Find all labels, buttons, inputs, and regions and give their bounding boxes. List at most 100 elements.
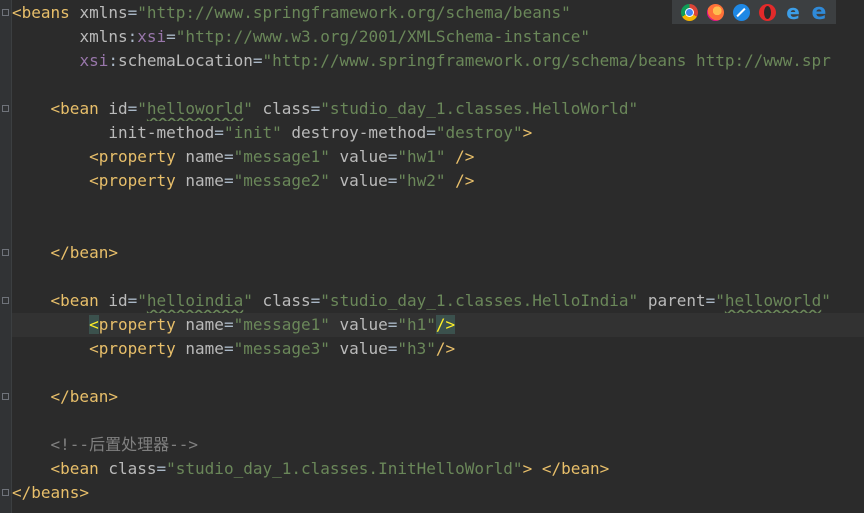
quote: " [715, 291, 725, 310]
matched-tag-bracket: /> [435, 315, 456, 334]
attribute-value: helloindia [146, 291, 244, 310]
tag-bracket: > [522, 459, 533, 478]
code-line-17[interactable]: </bean> [12, 385, 864, 409]
code-line-15[interactable]: <property name="message3" value="h3"/> [12, 337, 864, 361]
attribute-name: value [329, 147, 388, 166]
tag-bracket: /> [445, 171, 475, 190]
equals-sign: = [127, 99, 138, 118]
attribute-name: schemaLocation [117, 51, 253, 70]
attribute-name: class [252, 291, 311, 310]
tag-bracket: < [50, 291, 61, 310]
attribute-value: "message1" [233, 315, 330, 334]
code-line-2[interactable]: xmlns:xsi="http://www.w3.org/2001/XMLSch… [12, 25, 864, 49]
firefox-icon[interactable] [706, 3, 724, 21]
attribute-name: xmlns [79, 27, 128, 46]
attribute-name: id [98, 99, 128, 118]
equals-sign: = [127, 3, 138, 22]
tag-bracket: /> [445, 147, 475, 166]
code-line-8[interactable]: <property name="message2" value="hw2" /> [12, 169, 864, 193]
equals-sign: = [705, 291, 716, 310]
attribute-name: destroy-method [281, 123, 427, 142]
code-line-19[interactable]: <!--后置处理器--> [12, 433, 864, 457]
code-line-13[interactable]: <bean id="helloindia" class="studio_day_… [12, 289, 864, 313]
tag-name: bean [60, 291, 99, 310]
code-line-11[interactable]: </bean> [12, 241, 864, 265]
attribute-value: "studio_day_1.classes.InitHelloWorld" [166, 459, 523, 478]
attribute-value: "hw2" [397, 171, 446, 190]
colon: : [108, 51, 118, 70]
tag-name: property [98, 171, 176, 190]
attribute-value: "message2" [233, 171, 330, 190]
quote: " [243, 99, 253, 118]
tag-name: property [98, 339, 176, 358]
fold-marker-icon[interactable] [2, 489, 9, 496]
attribute-value: "hw1" [397, 147, 446, 166]
equals-sign: = [166, 27, 176, 46]
tag-bracket: < [50, 99, 61, 118]
namespace-prefix: xsi [137, 27, 167, 46]
internet-explorer-icon[interactable]: e [785, 2, 802, 22]
fold-marker-icon[interactable] [2, 249, 9, 256]
attribute-name: class [252, 99, 311, 118]
fold-marker-icon[interactable] [2, 297, 9, 304]
attribute-value: "studio_day_1.classes.HelloWorld" [320, 99, 639, 118]
code-line-3[interactable]: xsi:schemaLocation="http://www.springfra… [12, 49, 864, 73]
equals-sign: = [127, 291, 138, 310]
edge-icon[interactable]: e [811, 1, 828, 23]
equals-sign: = [387, 315, 398, 334]
equals-sign: = [223, 315, 234, 334]
fold-marker-icon[interactable] [2, 9, 9, 16]
attribute-value: "http://www.springframework.org/schema/b… [262, 51, 831, 70]
tag-name: bean [60, 459, 99, 478]
fold-marker-icon[interactable] [2, 105, 9, 112]
safari-icon[interactable] [732, 3, 750, 21]
attribute-name: name [175, 315, 224, 334]
tag-bracket: < [89, 171, 99, 190]
attribute-value: helloworld [146, 99, 244, 118]
attribute-name: name [175, 339, 224, 358]
attribute-value: "message3" [233, 339, 330, 358]
editor-gutter [0, 0, 12, 513]
attribute-value: "http://www.w3.org/2001/XMLSchema-instan… [175, 27, 591, 46]
code-line-20[interactable]: <bean class="studio_day_1.classes.InitHe… [12, 457, 864, 481]
code-line-6[interactable]: init-method="init" destroy-method="destr… [12, 121, 864, 145]
tag-bracket: < [89, 147, 99, 166]
code-line-14[interactable]: <property name="message1" value="h1"/> [12, 313, 864, 337]
chrome-icon[interactable] [680, 3, 698, 21]
browser-preview-toolbar: e e [672, 0, 836, 24]
matched-tag-bracket: < [89, 315, 99, 334]
code-line-7[interactable]: <property name="message1" value="hw1" /> [12, 145, 864, 169]
opera-icon[interactable] [758, 3, 776, 21]
attribute-value: "h3" [397, 339, 436, 358]
closing-tag: </bean> [50, 243, 118, 262]
closing-tag: </bean> [532, 459, 610, 478]
equals-sign: = [387, 339, 398, 358]
fold-marker-icon[interactable] [2, 393, 9, 400]
attribute-name: value [329, 315, 388, 334]
quote: " [243, 291, 253, 310]
code-line-21[interactable]: </beans> [12, 481, 864, 505]
code-editor[interactable]: <beans xmlns="http://www.springframework… [0, 0, 864, 513]
tag-bracket: < [12, 3, 22, 22]
closing-tag: </beans> [12, 483, 90, 502]
tag-name: beans [21, 3, 70, 22]
tag-bracket: < [89, 339, 99, 358]
code-line-5[interactable]: <bean id="helloworld" class="studio_day_… [12, 97, 864, 121]
attribute-name: id [98, 291, 128, 310]
attribute-value: "h1" [397, 315, 436, 334]
attribute-name: class [98, 459, 157, 478]
attribute-value: "http://www.springframework.org/schema/b… [137, 3, 571, 22]
attribute-value: "destroy" [435, 123, 523, 142]
closing-tag: </bean> [50, 387, 118, 406]
attribute-value: "message1" [233, 147, 330, 166]
equals-sign: = [387, 147, 398, 166]
equals-sign: = [426, 123, 436, 142]
